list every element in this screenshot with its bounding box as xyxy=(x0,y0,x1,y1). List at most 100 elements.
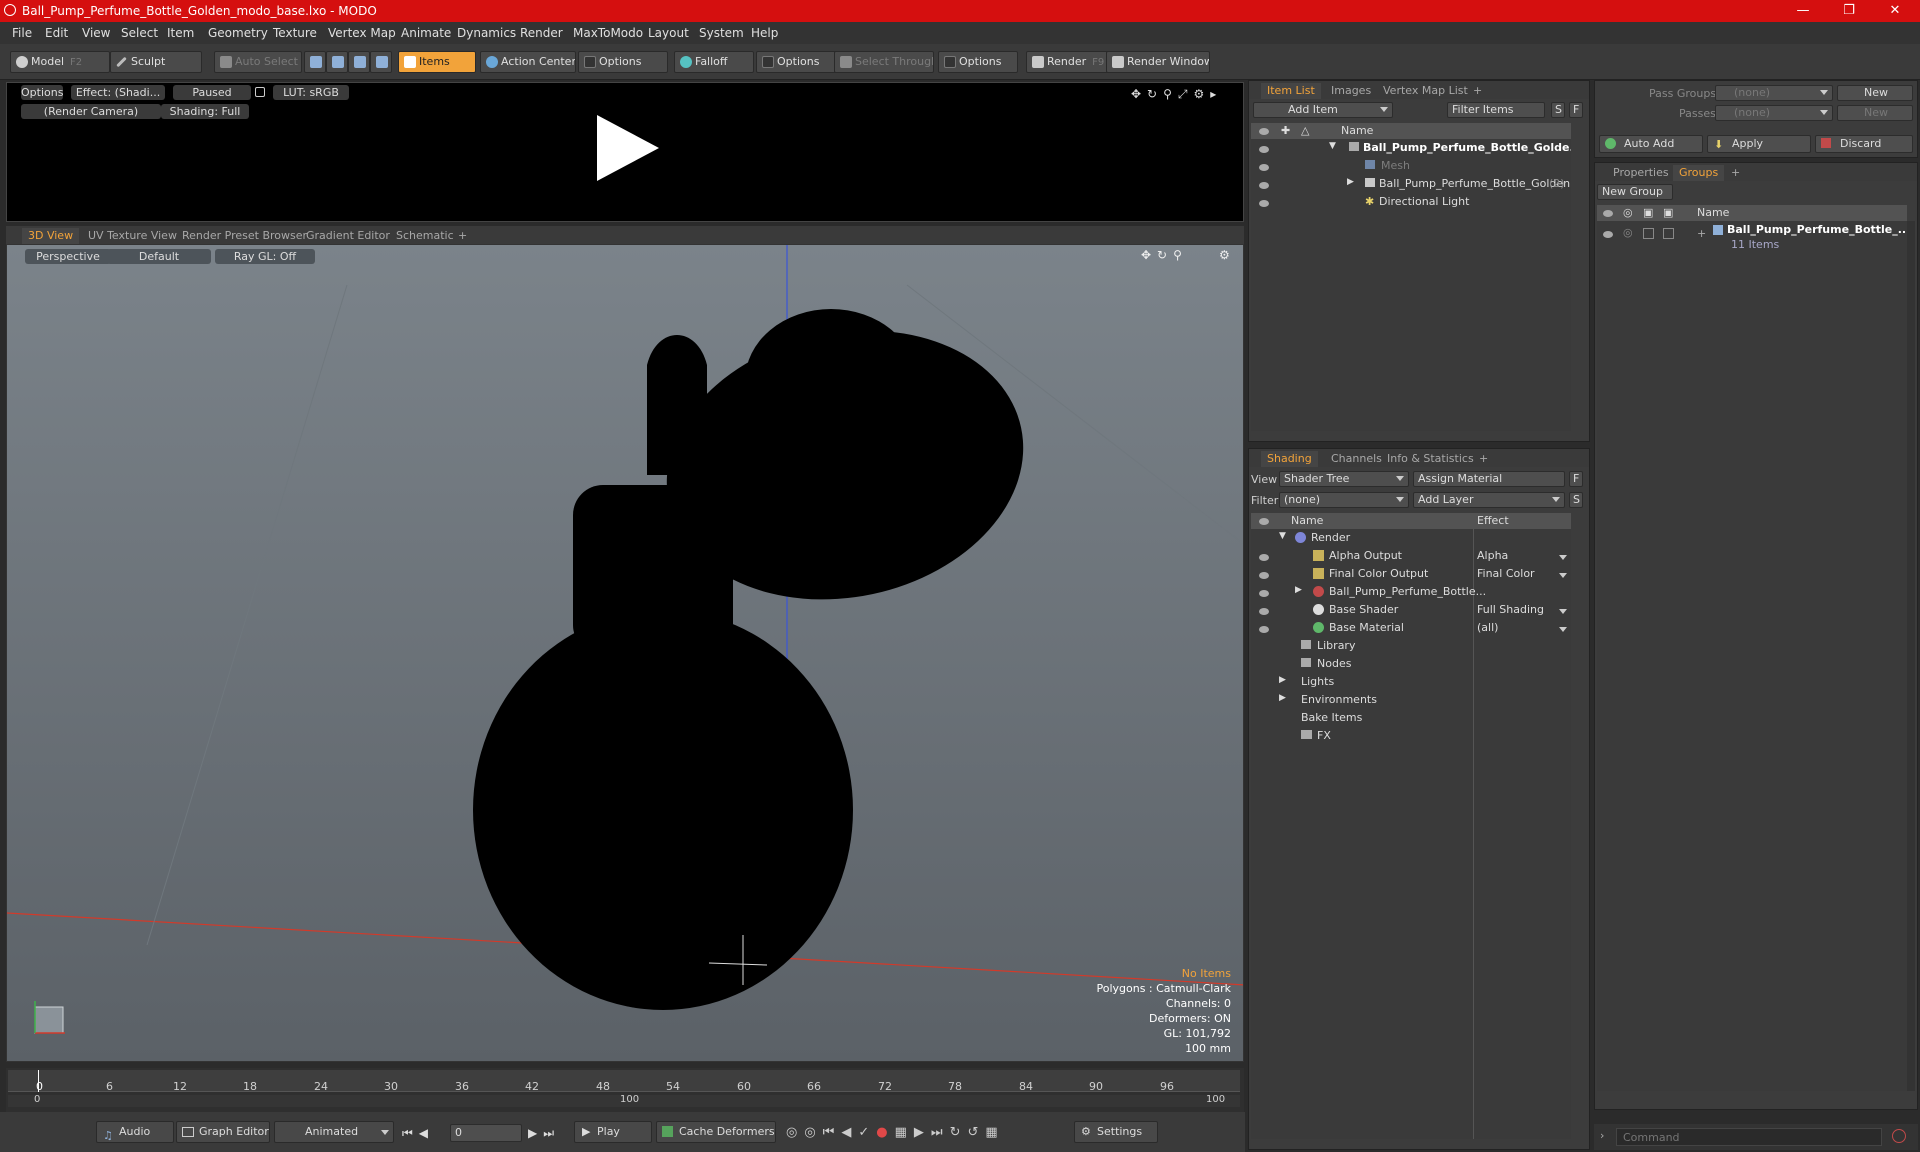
chevron-down-icon[interactable] xyxy=(1559,609,1567,614)
falloff-options-button[interactable]: Options xyxy=(756,51,836,73)
expand-plus-icon[interactable]: + xyxy=(1697,227,1706,240)
add-item-dropdown[interactable]: Add Item xyxy=(1253,102,1393,118)
expand-arrow-icon[interactable]: ▼ xyxy=(1329,141,1336,151)
maximize-button[interactable]: ❐ xyxy=(1826,0,1872,22)
visibility-eye-icon[interactable] xyxy=(1259,590,1269,597)
auto-add-button[interactable]: Auto Add xyxy=(1599,135,1703,153)
preview-effect-dropdown[interactable]: Effect: (Shadi... xyxy=(71,85,165,100)
new-group-button[interactable]: New Group xyxy=(1597,184,1673,200)
action-center-options-button[interactable]: Options xyxy=(578,51,668,73)
visibility-eye-icon[interactable] xyxy=(1259,164,1269,171)
animated-dropdown[interactable]: Animated xyxy=(274,1121,394,1143)
sculpt-mode-button[interactable]: Sculpt xyxy=(110,51,202,73)
command-clear-icon[interactable] xyxy=(1892,1129,1906,1143)
shading-f-button[interactable]: F xyxy=(1569,471,1583,487)
menu-texture[interactable]: Texture xyxy=(273,26,317,40)
assign-material-button[interactable]: Assign Material xyxy=(1413,471,1565,487)
view-dropdown[interactable]: Shader Tree xyxy=(1279,471,1409,487)
shader-row-bake-items[interactable]: Bake Items xyxy=(1251,711,1571,729)
passes-dropdown[interactable]: (none) xyxy=(1715,105,1833,121)
menu-layout[interactable]: Layout xyxy=(648,26,689,40)
timeline-range-bar[interactable]: 0 100 100 xyxy=(8,1094,1240,1107)
tab-uv-texture-view[interactable]: UV Texture View xyxy=(82,228,183,244)
shader-row-fx[interactable]: FX xyxy=(1251,729,1571,747)
tab-images[interactable]: Images xyxy=(1325,83,1377,99)
shader-row-library[interactable]: Library xyxy=(1251,639,1571,657)
lock-checkbox[interactable] xyxy=(1643,228,1654,239)
play-render-icon[interactable] xyxy=(593,113,663,183)
graph-editor-button[interactable]: Graph Editor xyxy=(176,1121,270,1143)
shader-row-nodes[interactable]: Nodes xyxy=(1251,657,1571,675)
menu-help[interactable]: Help xyxy=(751,26,778,40)
tab-gradient-editor[interactable]: Gradient Editor xyxy=(300,228,396,244)
menu-system[interactable]: System xyxy=(699,26,744,40)
filter-f-button[interactable]: F xyxy=(1569,102,1583,118)
tab-render-preset-browser[interactable]: Render Preset Browser xyxy=(176,228,313,244)
shading-s-button[interactable]: S xyxy=(1569,492,1583,508)
select-through-options-button[interactable]: Options xyxy=(938,51,1018,73)
groups-scrollbar[interactable] xyxy=(1907,221,1915,1091)
expand-arrow-icon[interactable]: ▼ xyxy=(1279,531,1286,541)
edges-mode-button[interactable] xyxy=(326,51,348,73)
tab-properties[interactable]: Properties xyxy=(1607,165,1675,181)
current-frame-field[interactable]: 0 xyxy=(450,1124,522,1142)
materials-mode-button[interactable] xyxy=(370,51,392,73)
tab-add[interactable]: + xyxy=(1725,165,1746,181)
tab-add[interactable]: + xyxy=(1467,83,1488,99)
polygons-mode-button[interactable] xyxy=(348,51,370,73)
visibility-eye-icon[interactable] xyxy=(1259,146,1269,153)
render-toggle-icon[interactable]: ◎ xyxy=(1623,226,1633,239)
menu-geometry[interactable]: Geometry xyxy=(208,26,268,40)
shader-effect[interactable]: Full Shading xyxy=(1477,603,1544,616)
shader-row-final-color-output[interactable]: Final Color Output Final Color xyxy=(1251,567,1571,585)
preview-shading-dropdown[interactable]: Shading: Full xyxy=(161,104,249,119)
menu-item[interactable]: Item xyxy=(167,26,194,40)
shader-row-material-group[interactable]: ▶ Ball_Pump_Perfume_Bottle... xyxy=(1251,585,1571,603)
model-mode-button[interactable]: Model F2 xyxy=(10,51,110,73)
3d-viewport[interactable]: Perspective Default Ray GL: Off ✥↻⚲ ⚙ No… xyxy=(6,244,1244,1062)
menu-animate[interactable]: Animate xyxy=(401,26,451,40)
render-button[interactable]: Render F9 xyxy=(1026,51,1108,73)
menu-select[interactable]: Select xyxy=(121,26,158,40)
tab-add[interactable]: + xyxy=(1473,451,1494,467)
preview-camera-dropdown[interactable]: (Render Camera) xyxy=(21,104,161,119)
key-tools-icons[interactable]: ◎◎⏮◀✓●▦▶⏭↻↺▦ xyxy=(786,1125,1005,1140)
shader-effect[interactable]: (all) xyxy=(1477,621,1498,634)
new-pass-button[interactable]: New xyxy=(1837,105,1913,121)
render-window-button[interactable]: Render Window xyxy=(1106,51,1210,73)
menu-file[interactable]: File xyxy=(12,26,32,40)
filter-s-button[interactable]: S xyxy=(1551,102,1565,118)
minimize-button[interactable]: — xyxy=(1780,0,1826,22)
cache-deformers-button[interactable]: Cache Deformers xyxy=(656,1121,776,1143)
visibility-eye-icon[interactable] xyxy=(1259,182,1269,189)
select-through-button[interactable]: Select Through xyxy=(834,51,934,73)
expand-arrow-icon[interactable]: ▶ xyxy=(1295,585,1302,595)
tab-groups[interactable]: Groups xyxy=(1673,165,1725,181)
tree-row-group[interactable]: ▶ Ball_Pump_Perfume_Bottle_Golden (2) xyxy=(1251,177,1571,195)
menu-dynamics[interactable]: Dynamics xyxy=(457,26,516,40)
transport-end-icons[interactable]: ▶⏭ xyxy=(528,1126,560,1141)
tab-item-list[interactable]: Item List xyxy=(1261,83,1321,99)
preview-paused-button[interactable]: Paused xyxy=(173,85,251,100)
visibility-eye-icon[interactable] xyxy=(1259,200,1269,207)
tab-info-statistics[interactable]: Info & Statistics xyxy=(1381,451,1480,467)
transport-start-icons[interactable]: ⏮◀ xyxy=(402,1126,434,1141)
shader-row-base-shader[interactable]: Base Shader Full Shading xyxy=(1251,603,1571,621)
shader-effect[interactable]: Final Color xyxy=(1477,567,1535,580)
expand-arrow-icon[interactable]: ▶ xyxy=(1279,693,1286,703)
chevron-down-icon[interactable] xyxy=(1559,627,1567,632)
shader-row-alpha-output[interactable]: Alpha Output Alpha xyxy=(1251,549,1571,567)
visibility-eye-icon[interactable] xyxy=(1259,626,1269,633)
menu-maxtomodo[interactable]: MaxToModo xyxy=(573,26,643,40)
tab-vertex-map-list[interactable]: Vertex Map List xyxy=(1377,83,1474,99)
shader-row-render[interactable]: ▼ Render xyxy=(1251,531,1571,549)
add-layer-dropdown[interactable]: Add Layer xyxy=(1413,492,1565,508)
preview-lut-dropdown[interactable]: LUT: sRGB xyxy=(273,85,349,100)
menu-vertex-map[interactable]: Vertex Map xyxy=(328,26,396,40)
discard-button[interactable]: Discard xyxy=(1815,135,1913,153)
lock-icon[interactable] xyxy=(255,87,265,97)
audio-button[interactable]: ♫ Audio xyxy=(96,1121,174,1143)
chevron-down-icon[interactable] xyxy=(1559,555,1567,560)
new-pass-group-button[interactable]: New xyxy=(1837,85,1913,101)
play-button[interactable]: ▶ Play xyxy=(574,1121,652,1143)
